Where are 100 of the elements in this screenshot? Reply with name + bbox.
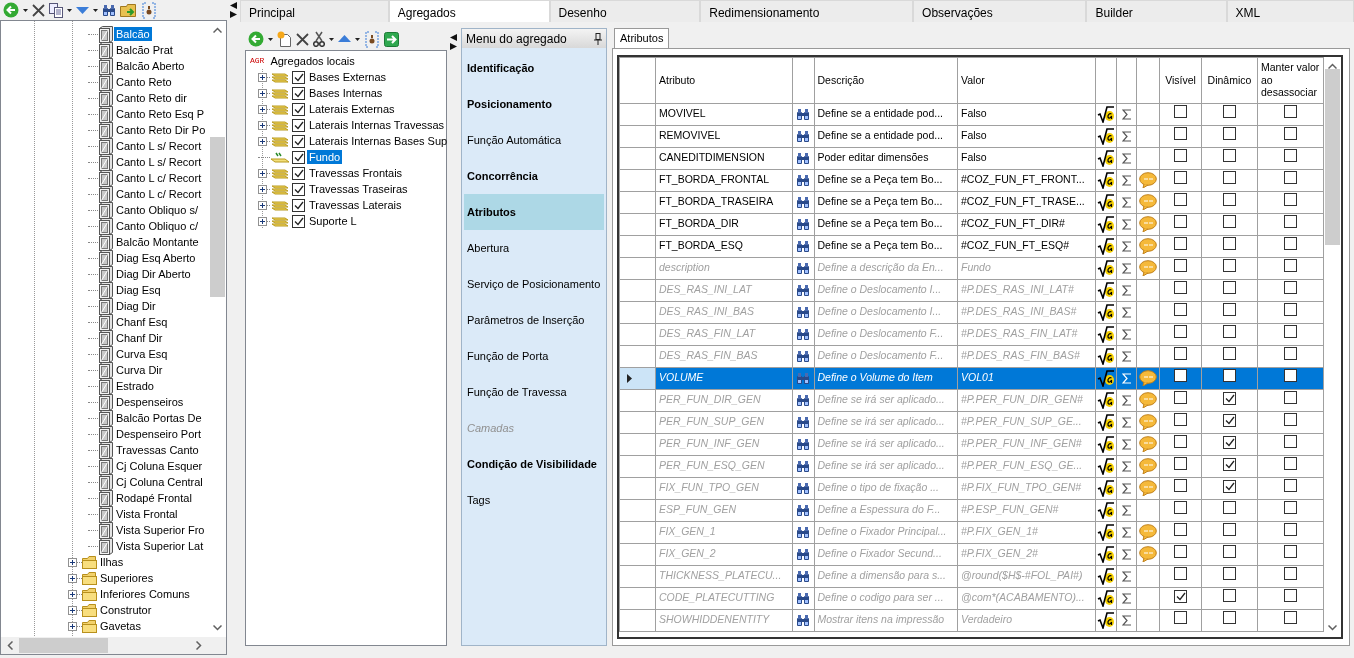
checkbox[interactable] — [292, 150, 305, 164]
binoculars-icon[interactable] — [796, 305, 810, 319]
sigma-icon[interactable] — [1121, 152, 1132, 164]
checkbox[interactable] — [1223, 325, 1236, 339]
checkbox[interactable] — [1223, 281, 1236, 295]
checkbox[interactable] — [1284, 171, 1297, 185]
binoculars-icon[interactable] — [796, 591, 810, 605]
checkbox[interactable] — [1284, 391, 1297, 405]
expand-toggle-icon[interactable] — [258, 120, 267, 130]
checkbox[interactable] — [1284, 589, 1297, 603]
checkbox[interactable] — [292, 166, 305, 180]
binoculars-icon[interactable] — [796, 547, 810, 561]
checkbox[interactable] — [1223, 369, 1236, 383]
speech-bubble-icon[interactable] — [1139, 480, 1157, 496]
formula-icon[interactable] — [1097, 567, 1115, 585]
binoculars-icon[interactable] — [796, 525, 810, 539]
tree-item[interactable]: Balcão Montante — [114, 235, 201, 249]
tree-item[interactable]: Curva Dir — [114, 363, 165, 377]
menu-item[interactable]: Parâmetros de Inserção — [464, 302, 604, 338]
checkbox[interactable] — [1284, 303, 1297, 317]
formula-icon[interactable] — [1097, 545, 1115, 563]
tree-item[interactable]: Balcão Prat — [114, 43, 175, 57]
delete-icon[interactable] — [296, 32, 309, 46]
tab[interactable]: Redimensionamento — [700, 0, 914, 22]
expand-toggle-icon[interactable] — [258, 200, 267, 210]
tree-folder[interactable]: Construtor — [98, 603, 154, 617]
binoculars-icon[interactable] — [796, 503, 810, 517]
pin-icon[interactable] — [594, 32, 602, 45]
formula-icon[interactable] — [1097, 479, 1115, 497]
checkbox[interactable] — [1284, 325, 1297, 339]
binoculars-icon[interactable] — [796, 371, 810, 385]
checkbox[interactable] — [1174, 391, 1187, 405]
formula-icon[interactable] — [1097, 589, 1115, 607]
sigma-icon[interactable] — [1121, 416, 1132, 428]
checkbox[interactable] — [1174, 281, 1187, 295]
formula-icon[interactable] — [1097, 105, 1115, 123]
menu-item[interactable]: Função Automática — [464, 122, 604, 158]
checkbox[interactable] — [1223, 480, 1236, 494]
tree-item[interactable]: Travessas Traseiras — [307, 182, 410, 196]
speech-bubble-icon[interactable] — [1139, 458, 1157, 474]
sigma-icon[interactable] — [1121, 306, 1132, 318]
checkbox[interactable] — [292, 86, 305, 100]
menu-item[interactable]: Tags — [464, 482, 604, 518]
tree-item[interactable]: Cj Coluna Esquer — [114, 459, 205, 473]
sigma-icon[interactable] — [1121, 504, 1132, 516]
formula-icon[interactable] — [1097, 523, 1115, 541]
tree-item[interactable]: Travessas Canto — [114, 443, 201, 457]
menu-item[interactable]: Função de Porta — [464, 338, 604, 374]
binoculars-icon[interactable] — [796, 195, 810, 209]
scroll-down-icon[interactable] — [213, 625, 222, 631]
menu-item[interactable]: Atributos — [464, 194, 604, 230]
help-icon[interactable] — [141, 1, 157, 19]
checkbox[interactable] — [1284, 105, 1297, 119]
checkbox[interactable] — [1174, 105, 1187, 119]
sigma-icon[interactable] — [1121, 548, 1132, 560]
checkbox[interactable] — [1223, 414, 1236, 428]
checkbox[interactable] — [1174, 347, 1187, 361]
formula-icon[interactable] — [1097, 171, 1115, 189]
tree-item[interactable]: Bases Internas — [307, 86, 385, 100]
checkbox[interactable] — [1223, 501, 1236, 515]
expand-toggle-icon[interactable] — [68, 589, 77, 599]
expand-toggle-icon[interactable] — [258, 104, 267, 114]
checkbox[interactable] — [292, 102, 305, 116]
sigma-icon[interactable] — [1121, 592, 1132, 604]
tree-item[interactable]: Diag Esq — [114, 283, 163, 297]
binoculars-icon[interactable] — [796, 151, 810, 165]
checkbox[interactable] — [1174, 523, 1187, 537]
folder-arrow-icon[interactable] — [120, 2, 137, 18]
checkbox[interactable] — [1284, 215, 1297, 229]
tree-item[interactable]: Canto Reto dir — [114, 91, 189, 105]
tree-item[interactable]: Canto L c/ Recort — [114, 171, 204, 185]
expand-toggle-icon[interactable] — [258, 168, 267, 178]
new-document-icon[interactable] — [277, 31, 292, 47]
checkbox[interactable] — [292, 182, 305, 196]
formula-icon[interactable] — [1097, 369, 1115, 387]
tree-item[interactable]: Vista Superior Fro — [114, 523, 207, 537]
formula-icon[interactable] — [1097, 193, 1115, 211]
scrollbar-thumb[interactable] — [19, 638, 108, 653]
formula-icon[interactable] — [1097, 435, 1115, 453]
expand-toggle-icon[interactable] — [68, 557, 77, 567]
formula-icon[interactable] — [1097, 127, 1115, 145]
checkbox[interactable] — [292, 70, 305, 84]
tab[interactable]: XML — [1226, 0, 1354, 22]
tree-folder[interactable]: Inferiores Comuns — [98, 587, 192, 601]
checkbox[interactable] — [1284, 259, 1297, 273]
tree-item[interactable]: Canto L s/ Recort — [114, 139, 204, 153]
checkbox[interactable] — [1223, 392, 1236, 406]
checkbox[interactable] — [1174, 215, 1187, 229]
speech-bubble-icon[interactable] — [1139, 172, 1157, 188]
checkbox[interactable] — [1174, 149, 1187, 163]
speech-bubble-icon[interactable] — [1139, 436, 1157, 452]
expand-toggle-icon[interactable] — [258, 136, 267, 146]
checkbox[interactable] — [1174, 237, 1187, 251]
sigma-icon[interactable] — [1121, 174, 1132, 186]
tree-item[interactable]: Diag Dir — [114, 299, 158, 313]
tree-item[interactable]: Canto L c/ Recort — [114, 187, 204, 201]
checkbox[interactable] — [1284, 501, 1297, 515]
dropdown-caret-icon[interactable] — [67, 8, 72, 12]
tree-item[interactable]: Diag Dir Aberto — [114, 267, 193, 281]
checkbox[interactable] — [1174, 590, 1187, 604]
